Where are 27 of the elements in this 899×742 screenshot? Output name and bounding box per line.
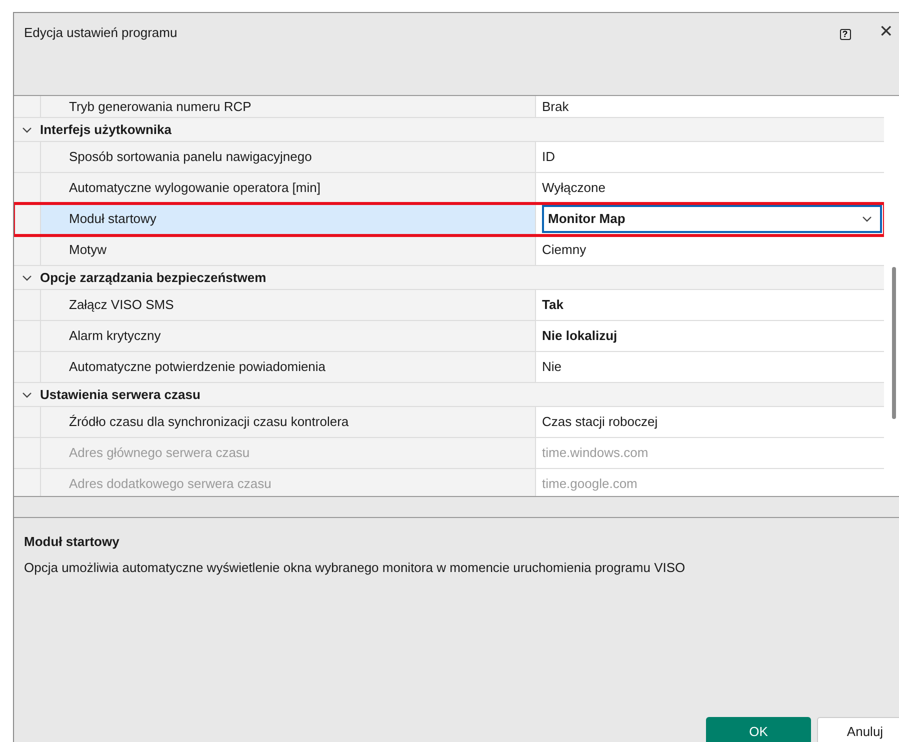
property-value: Brak [542,98,569,116]
property-value: time.windows.com [542,444,648,462]
dropdown-field[interactable]: Monitor Map [542,205,882,233]
property-value: Tak [542,296,564,314]
property-value: ID [542,148,555,166]
collapse-icon[interactable] [22,392,32,398]
property-value: Ciemny [542,241,586,260]
category-name: Opcje zarządzania bezpieczeństwem [40,268,266,287]
property-name[interactable]: Moduł startowy [40,204,535,234]
collapse-icon[interactable] [22,126,32,132]
window-title: Edycja ustawień programu [24,24,178,42]
ok-button[interactable]: OK [706,717,811,742]
close-button[interactable]: ✕ [879,23,893,40]
property-value: Nie lokalizuj [542,327,618,346]
category-name: Interfejs użytkownika [40,120,172,139]
category-name: Ustawienia serwera czasu [40,386,200,404]
help-button[interactable]: ? [833,23,857,45]
property-value: Wyłączone [542,179,606,198]
cancel-button[interactable]: Anuluj [817,717,899,742]
chevron-icon [862,216,872,222]
property-value: time.google.com [542,475,638,494]
collapse-icon[interactable] [22,274,32,280]
description-text: Opcja umożliwia automatyczne wyświetlenie okna wybranego monitora w momencie uruchomienia programu VISO [24,558,686,577]
scrollbar-thumb[interactable] [892,267,896,419]
property-value: Czas stacji roboczej [542,413,658,432]
property-value: Nie [542,358,562,376]
description-title: Moduł startowy [24,533,120,551]
